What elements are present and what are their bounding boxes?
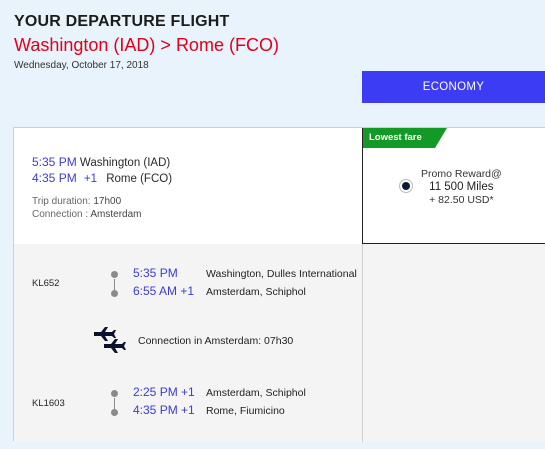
segment-arrival-place: Rome, Fiumicino (206, 405, 285, 417)
segment-departure-time-value: 2:25 PM (133, 385, 178, 399)
fare-miles: 11 500 Miles (429, 181, 494, 193)
route-separator: > (160, 35, 171, 55)
arrival-time: 4:35 PM (32, 171, 77, 185)
departure-summary: 5:35 PM Washington (IAD) (32, 155, 170, 169)
connection-info: Connection in Amsterdam: 07h30 (138, 335, 294, 347)
segment-arrival-time: 6:55 AM +1 (133, 284, 194, 298)
flight-date: Wednesday, October 17, 2018 (14, 60, 149, 71)
fare-option-box[interactable]: Lowest fare Promo Reward@ 11 500 Miles +… (362, 128, 545, 244)
lowest-fare-badge: Lowest fare (363, 128, 447, 148)
arrival-dot-icon (111, 409, 118, 416)
arrival-summary: 4:35 PM +1 Rome (FCO) (32, 171, 172, 185)
trip-duration: Trip duration: 17h00 (32, 196, 121, 207)
connecting-flight-icon (94, 327, 126, 353)
departure-dot-icon (111, 271, 118, 278)
flight-number: KL1603 (32, 398, 65, 409)
segment-arrival-day-offset: +1 (181, 403, 195, 417)
route-to: Rome (FCO) (175, 35, 279, 55)
fare-name: Promo Reward@ (421, 168, 502, 180)
page-title: YOUR DEPARTURE FLIGHT (14, 13, 230, 30)
economy-cabin-tab[interactable]: ECONOMY (362, 71, 545, 103)
fare-taxes: + 82.50 USD* (429, 194, 494, 206)
segment-arrival-place: Amsterdam, Schiphol (206, 286, 306, 298)
segment-arrival-time-value: 6:55 AM (133, 284, 178, 298)
flight-option-panel: 5:35 PM Washington (IAD) 4:35 PM +1 Rome… (13, 127, 545, 442)
segment-departure-time-value: 5:35 PM (133, 266, 178, 280)
route-from: Washington (IAD) (14, 35, 156, 55)
route-title: Washington (IAD) > Rome (FCO) (14, 35, 279, 56)
departure-time: 5:35 PM (32, 155, 77, 169)
connection-summary: Connection : Amsterdam (32, 209, 142, 220)
segment-departure-place: Washington, Dulles International (206, 268, 357, 280)
trip-duration-value: 17h00 (93, 196, 122, 207)
segment-arrival-time-value: 4:35 PM (133, 403, 178, 417)
segment-arrival-day-offset: +1 (180, 284, 195, 298)
segment-departure-day-offset: +1 (181, 385, 195, 399)
segment-departure-place: Amsterdam, Schiphol (206, 387, 306, 399)
flight-summary[interactable]: 5:35 PM Washington (IAD) 4:35 PM +1 Rome… (14, 128, 545, 244)
details-fare-column (362, 244, 545, 442)
fare-select-radio[interactable] (399, 179, 413, 193)
departure-dot-icon (111, 390, 118, 397)
arrival-dot-icon (111, 290, 118, 297)
arrival-city: Rome (FCO) (106, 173, 173, 185)
departure-city: Washington (IAD) (79, 157, 171, 169)
fare-details: Promo Reward@ 11 500 Miles + 82.50 USD* (421, 168, 502, 207)
flight-details: KL652 5:35 PM Washington, Dulles Interna… (14, 244, 545, 442)
segment-departure-time: 5:35 PM (133, 266, 178, 280)
lowest-fare-label: Lowest fare (369, 132, 422, 143)
segment-departure-time: 2:25 PM +1 (133, 385, 195, 399)
arrival-day-offset: +1 (83, 173, 98, 185)
connection-label: Connection : (32, 209, 89, 220)
flight-number: KL652 (32, 278, 60, 289)
segment-arrival-time: 4:35 PM +1 (133, 403, 195, 417)
trip-duration-label: Trip duration: (32, 196, 91, 207)
connection-value: Amsterdam (90, 209, 142, 220)
